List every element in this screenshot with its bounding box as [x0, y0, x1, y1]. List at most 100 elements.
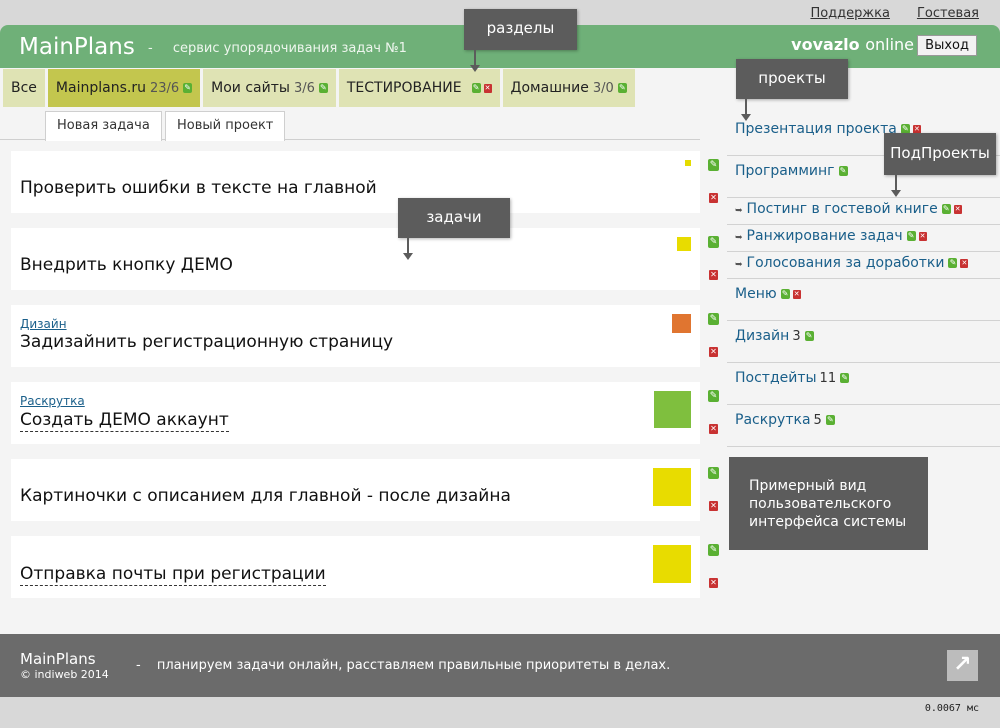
scroll-up-icon[interactable]: ↗	[947, 650, 978, 681]
main-area: Все Mainplans.ru 23/6 ✎ Мои сайты 3/6 ✎ ТЕСТ…	[0, 68, 1000, 634]
tab-label: ТЕСТИРОВАНИЕ	[346, 80, 462, 96]
task-card[interactable]: Отправка почты при регистрации ✎ ✕	[11, 536, 719, 598]
guestbook-link[interactable]: Гостевая	[917, 6, 979, 21]
task-category-link[interactable]: Раскрутка	[20, 394, 85, 408]
priority-indicator	[677, 237, 691, 251]
task-title[interactable]: Внедрить кнопку ДЕМО	[20, 255, 233, 275]
edit-icon[interactable]: ✎	[941, 204, 951, 214]
edit-icon[interactable]: ✎	[708, 236, 719, 248]
callout-text: задачи	[426, 208, 482, 226]
subproject-item[interactable]: ➥ Постинг в гостевой книге ✎ ✕	[727, 198, 1000, 225]
edit-icon[interactable]: ✎	[948, 258, 958, 268]
task-title[interactable]: Проверить ошибки в тексте на главной	[20, 178, 377, 198]
delete-icon[interactable]: ✕	[709, 501, 718, 511]
priority-indicator	[654, 391, 691, 428]
project-count: 11	[819, 371, 837, 386]
callout-pointer	[891, 175, 901, 197]
edit-icon[interactable]: ✎	[906, 231, 916, 241]
delete-icon[interactable]: ✕	[709, 270, 718, 280]
callout-tasks: задачи	[398, 198, 510, 260]
tagline-dash: -	[148, 41, 153, 56]
priority-indicator	[653, 545, 691, 583]
tagline: - сервис упорядочивания задач №1	[148, 41, 407, 56]
delete-icon[interactable]: ✕	[960, 258, 969, 268]
delete-icon[interactable]: ✕	[953, 204, 962, 214]
subproject-item[interactable]: ➥ Ранжирование задач ✎ ✕	[727, 225, 1000, 252]
priority-indicator	[685, 160, 691, 166]
task-title[interactable]: Создать ДЕМО аккаунт	[20, 409, 229, 432]
subproject-arrow-icon: ➥	[735, 206, 743, 216]
edit-icon[interactable]: ✎	[708, 544, 719, 556]
task-card[interactable]: Картиночки с описанием для главной - пос…	[11, 459, 719, 521]
tab-testing[interactable]: ТЕСТИРОВАНИЕ ✎ ✕	[338, 69, 500, 107]
task-card[interactable]: Внедрить кнопку ДЕМО ✎ ✕	[11, 228, 719, 290]
user-status: vovazlo online	[791, 35, 914, 54]
callout-pointer	[403, 238, 413, 260]
project-label: Программинг	[735, 163, 835, 179]
delete-icon[interactable]: ✕	[709, 193, 718, 203]
top-links: Поддержка Гостевая	[810, 6, 979, 21]
delete-icon[interactable]: ✕	[709, 347, 718, 357]
online-status: online	[865, 35, 914, 54]
logo[interactable]: MainPlans	[19, 34, 135, 60]
project-posts[interactable]: Постдейты 11 ✎	[727, 363, 1000, 405]
project-label: Презентация проекта	[735, 121, 897, 137]
delete-icon[interactable]: ✕	[918, 231, 927, 241]
logout-button[interactable]: Выход	[917, 35, 977, 56]
edit-icon[interactable]: ✎	[838, 166, 848, 176]
project-count: 5	[813, 413, 822, 428]
edit-icon[interactable]: ✎	[318, 83, 328, 93]
support-link[interactable]: Поддержка	[810, 6, 890, 21]
priority-indicator	[672, 314, 691, 333]
edit-icon[interactable]: ✎	[708, 390, 719, 402]
subproject-arrow-icon: ➥	[735, 233, 743, 243]
page-timing: 0.0067 мс	[924, 703, 979, 714]
task-title[interactable]: Задизайнить регистрационную страницу	[20, 332, 393, 352]
tab-count: 3/0	[592, 81, 614, 96]
footer-copyright: © indiweb 2014	[20, 668, 109, 681]
task-card[interactable]: Дизайн Задизайнить регистрационную стран…	[11, 305, 719, 367]
task-card[interactable]: Раскрутка Создать ДЕМО аккаунт ✎ ✕	[11, 382, 719, 444]
tab-label: Все	[11, 80, 37, 96]
delete-icon[interactable]: ✕	[792, 289, 801, 299]
subproject-label: Ранжирование задач	[746, 228, 903, 244]
callout-text: ПодПроекты	[890, 144, 990, 162]
callout-text: проекты	[758, 69, 826, 87]
edit-icon[interactable]: ✎	[804, 331, 814, 341]
project-count: 3	[792, 329, 801, 344]
edit-icon[interactable]: ✎	[708, 313, 719, 325]
callout-pointer	[741, 99, 751, 121]
task-card[interactable]: Проверить ошибки в тексте на главной ✎ ✕	[11, 151, 719, 213]
delete-icon[interactable]: ✕	[709, 424, 718, 434]
task-category-link[interactable]: Дизайн	[20, 317, 67, 331]
edit-icon[interactable]: ✎	[183, 83, 193, 93]
tab-label: Домашние	[510, 80, 589, 96]
project-promotion[interactable]: Раскрутка 5 ✎	[727, 405, 1000, 447]
priority-indicator	[653, 468, 691, 506]
tab-count: 3/6	[293, 81, 315, 96]
new-task-button[interactable]: Новая задача	[45, 111, 162, 141]
subproject-item[interactable]: ➥ Голосования за доработки ✎ ✕	[727, 252, 1000, 279]
edit-icon[interactable]: ✎	[708, 159, 719, 171]
delete-icon[interactable]: ✕	[709, 578, 718, 588]
edit-icon[interactable]: ✎	[780, 289, 790, 299]
edit-icon[interactable]: ✎	[825, 415, 835, 425]
tab-home[interactable]: Домашние 3/0 ✎	[502, 69, 635, 107]
project-design[interactable]: Дизайн 3 ✎	[727, 321, 1000, 363]
tab-my-sites[interactable]: Мои сайты 3/6 ✎	[203, 69, 336, 107]
new-project-button[interactable]: Новый проект	[165, 111, 286, 141]
task-title[interactable]: Отправка почты при регистрации	[20, 563, 326, 586]
task-title[interactable]: Картиночки с описанием для главной - пос…	[20, 486, 511, 506]
tab-all[interactable]: Все	[3, 69, 45, 107]
project-menu[interactable]: Меню ✎ ✕	[727, 279, 1000, 321]
tab-label: Мои сайты	[211, 80, 290, 96]
callout-sections: разделы	[464, 9, 577, 72]
subproject-label: Голосования за доработки	[746, 255, 945, 271]
delete-icon[interactable]: ✕	[483, 83, 492, 93]
tab-count: 23/6	[149, 81, 180, 96]
edit-icon[interactable]: ✎	[708, 467, 719, 479]
edit-icon[interactable]: ✎	[471, 83, 481, 93]
tab-mainplans[interactable]: Mainplans.ru 23/6 ✎	[47, 69, 201, 107]
edit-icon[interactable]: ✎	[617, 83, 627, 93]
edit-icon[interactable]: ✎	[840, 373, 850, 383]
